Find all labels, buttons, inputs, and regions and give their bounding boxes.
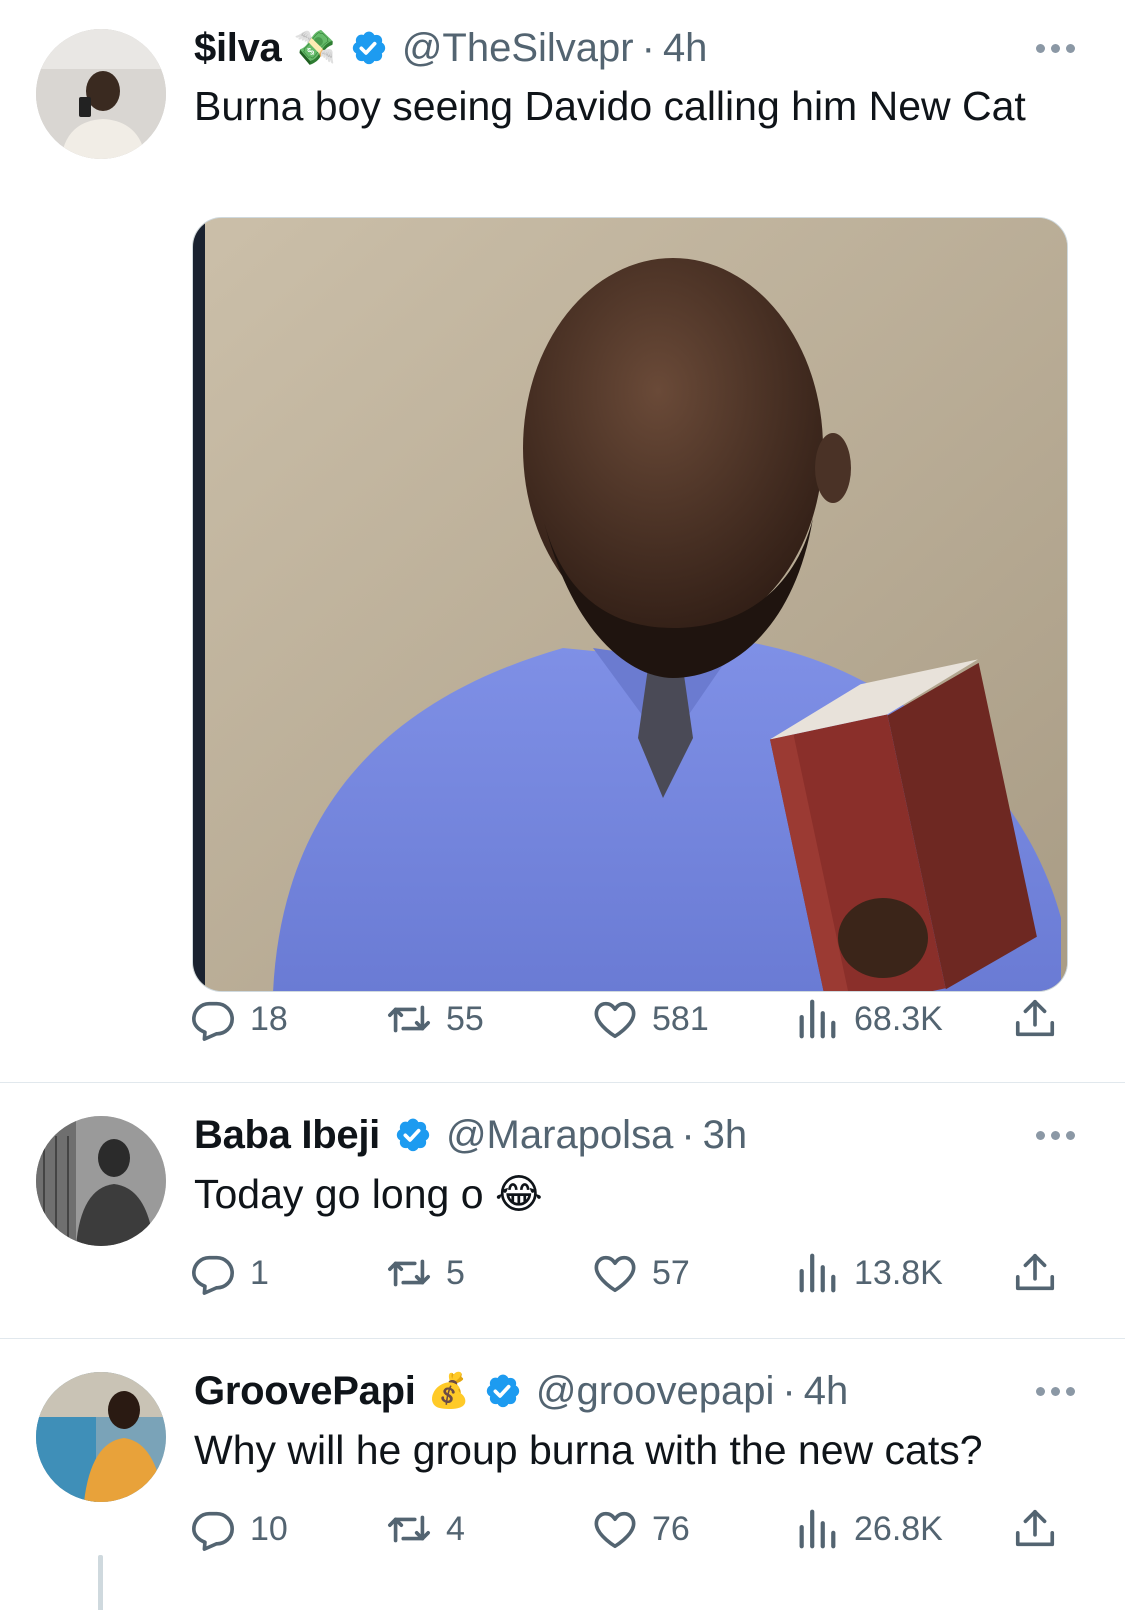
separator-dot: · [681,1112,695,1157]
meme-photo [193,218,1067,991]
reply-button[interactable]: 10 [190,1503,288,1555]
reply-icon [190,1506,236,1552]
display-name[interactable]: Baba Ibeji [194,1113,380,1158]
views-count: 13.8K [854,1253,943,1292]
handle[interactable]: @Marapolsa [446,1113,673,1158]
thread-line [98,1555,103,1610]
tweet-3[interactable]: GroovePapi 💰 @groovepapi · 4h Why will h… [0,1339,1125,1610]
like-count: 57 [652,1253,690,1292]
heart-icon [592,996,638,1042]
tweet-actions: 1 5 57 13.8K [190,1247,1070,1299]
heart-icon [592,1506,638,1552]
like-count: 581 [652,999,709,1038]
tweet-header: Baba Ibeji @Marapolsa · 3h [194,1107,1085,1163]
verified-badge-icon [392,1115,432,1155]
like-count: 76 [652,1509,690,1548]
verified-badge-icon [348,28,388,68]
tweet-text: Burna boy seeing Davido calling him New … [194,83,1026,129]
retweet-icon [386,996,432,1042]
money-with-wings-emoji: 💸 [293,29,336,67]
share-icon [1012,1506,1058,1552]
more-icon[interactable] [1025,1363,1085,1419]
tweet-header: GroovePapi 💰 @groovepapi · 4h [194,1363,1085,1419]
verified-badge-icon [482,1371,522,1411]
retweet-button[interactable]: 55 [386,993,484,1045]
retweet-icon [386,1250,432,1296]
share-button[interactable] [1012,1503,1058,1555]
like-button[interactable]: 581 [592,993,709,1045]
tweet-header: $ilva 💸 @TheSilvapr · 4h [194,20,1085,76]
share-button[interactable] [1012,993,1058,1045]
handle[interactable]: @groovepapi [536,1369,775,1414]
avatar[interactable] [36,29,166,159]
tweet-1[interactable]: $ilva 💸 @TheSilvapr · 4h Burna boy seein… [0,0,1125,1083]
views-icon [794,996,840,1042]
reply-button[interactable]: 1 [190,1247,269,1299]
like-button[interactable]: 76 [592,1503,690,1555]
avatar[interactable] [36,1116,166,1246]
avatar-photo [36,29,166,159]
share-button[interactable] [1012,1247,1058,1299]
share-icon [1012,1250,1058,1296]
handle[interactable]: @TheSilvapr [402,26,634,71]
share-icon [1012,996,1058,1042]
views-button[interactable]: 13.8K [794,1247,943,1299]
views-button[interactable]: 26.8K [794,1503,943,1555]
retweet-icon [386,1506,432,1552]
tweet-media-image[interactable] [192,217,1068,992]
display-name[interactable]: $ilva [194,26,282,71]
tweet-2[interactable]: Baba Ibeji @Marapolsa · 3h Today go long… [0,1083,1125,1339]
avatar-photo [36,1116,166,1246]
retweet-button[interactable]: 5 [386,1247,465,1299]
views-button[interactable]: 68.3K [794,993,943,1045]
reply-icon [190,1250,236,1296]
timestamp[interactable]: 4h [663,26,708,71]
tweet-text: Why will he group burna with the new cat… [194,1427,983,1473]
reply-count: 10 [250,1509,288,1548]
money-bag-emoji: 💰 [427,1372,470,1410]
tweet-text: Today go long o 😂 [194,1171,543,1217]
timestamp[interactable]: 3h [703,1113,748,1158]
views-count: 26.8K [854,1509,943,1548]
views-count: 68.3K [854,999,943,1038]
reply-button[interactable]: 18 [190,993,288,1045]
retweet-count: 4 [446,1509,465,1548]
like-button[interactable]: 57 [592,1247,690,1299]
timestamp[interactable]: 4h [804,1369,849,1414]
views-icon [794,1506,840,1552]
separator-dot: · [641,25,655,70]
tweet-actions: 10 4 76 26.8K [190,1503,1070,1555]
heart-icon [592,1250,638,1296]
more-icon[interactable] [1025,1107,1085,1163]
separator-dot: · [782,1368,796,1413]
reply-icon [190,996,236,1042]
reply-count: 1 [250,1253,269,1292]
retweet-count: 5 [446,1253,465,1292]
retweet-button[interactable]: 4 [386,1503,465,1555]
avatar-photo [36,1372,166,1502]
more-icon[interactable] [1025,20,1085,76]
views-icon [794,1250,840,1296]
retweet-count: 55 [446,999,484,1038]
tweet-actions: 18 55 581 68.3K [190,993,1070,1045]
display-name[interactable]: GroovePapi [194,1369,416,1414]
reply-count: 18 [250,999,288,1038]
avatar[interactable] [36,1372,166,1502]
